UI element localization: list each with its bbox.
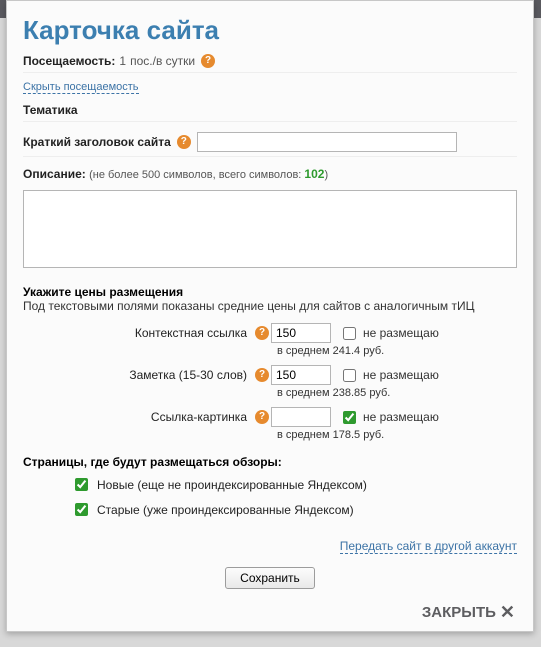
prices-heading: Укажите цены размещения [23,285,517,299]
page-option-old-label: Старые (уже проиндексированные Яндексом) [97,503,354,517]
short-title-row: Краткий заголовок сайта ? [23,132,517,157]
close-row: ЗАКРЫТЬ ✕ [23,603,517,621]
help-icon[interactable]: ? [255,326,269,340]
price-input-context[interactable] [271,323,331,343]
close-label: ЗАКРЫТЬ [422,604,496,621]
traffic-label: Посещаемость: [23,54,115,68]
description-label: Описание: [23,167,86,181]
prices-subheading: Под текстовыми полями показаны средние ц… [23,299,517,313]
page-option-old-checkbox[interactable] [75,503,88,516]
page-option-old[interactable]: Старые (уже проиндексированные Яндексом) [71,500,517,519]
description-textarea[interactable] [23,190,517,268]
help-icon[interactable]: ? [201,54,215,68]
description-hint-prefix: (не более 500 символов, всего символов: [89,169,304,181]
save-button[interactable]: Сохранить [225,567,315,589]
pages-heading: Страницы, где будут размещаться обзоры: [23,455,517,469]
traffic-unit: пос./в сутки [130,54,195,68]
transfer-row: Передать сайт в другой аккаунт [23,539,517,553]
no-place-label: не размещаю [363,410,439,424]
price-input-note[interactable] [271,365,331,385]
help-icon[interactable]: ? [255,368,269,382]
help-icon[interactable]: ? [177,135,191,149]
hide-traffic-link[interactable]: Скрыть посещаемость [23,81,139,94]
close-button[interactable]: ЗАКРЫТЬ ✕ [422,603,515,621]
price-row-context-link: Контекстная ссылка ? не размещаю [23,323,517,343]
page-option-new-label: Новые (еще не проиндексированные Яндексо… [97,478,367,492]
no-place-checkbox[interactable] [343,369,356,382]
hide-traffic-row: Скрыть посещаемость [23,79,517,93]
description-char-count: 102 [304,167,324,181]
theme-row: Тематика [23,103,517,122]
theme-label: Тематика [23,103,78,117]
no-place-checkbox[interactable] [343,327,356,340]
price-label: Ссылка-картинка [23,410,253,424]
save-row: Сохранить [23,567,517,589]
modal-title: Карточка сайта [23,15,517,46]
price-label: Заметка (15-30 слов) [23,368,253,382]
traffic-value: 1 [119,54,126,68]
site-card-modal: Карточка сайта Посещаемость: 1 пос./в су… [6,0,534,632]
page-option-new[interactable]: Новые (еще не проиндексированные Яндексо… [71,475,517,494]
avg-price: в среднем 241.4 руб. [277,345,517,357]
no-place-wrap[interactable]: не размещаю [339,408,439,427]
avg-price: в среднем 238.85 руб. [277,387,517,399]
price-input-image[interactable] [271,407,331,427]
description-header: Описание: (не более 500 символов, всего … [23,167,517,181]
traffic-row: Посещаемость: 1 пос./в сутки ? [23,54,517,73]
close-icon: ✕ [500,603,515,621]
no-place-wrap[interactable]: не размещаю [339,366,439,385]
price-row-image-link: Ссылка-картинка ? не размещаю [23,407,517,427]
no-place-checkbox[interactable] [343,411,356,424]
avg-price: в среднем 178.5 руб. [277,429,517,441]
no-place-label: не размещаю [363,368,439,382]
price-label: Контекстная ссылка [23,326,253,340]
no-place-label: не размещаю [363,326,439,340]
short-title-label: Краткий заголовок сайта [23,135,171,149]
help-icon[interactable]: ? [255,410,269,424]
description-hint-suffix: ) [324,169,328,181]
short-title-input[interactable] [197,132,457,152]
transfer-account-link[interactable]: Передать сайт в другой аккаунт [340,539,517,554]
no-place-wrap[interactable]: не размещаю [339,324,439,343]
page-option-new-checkbox[interactable] [75,478,88,491]
price-row-note: Заметка (15-30 слов) ? не размещаю [23,365,517,385]
